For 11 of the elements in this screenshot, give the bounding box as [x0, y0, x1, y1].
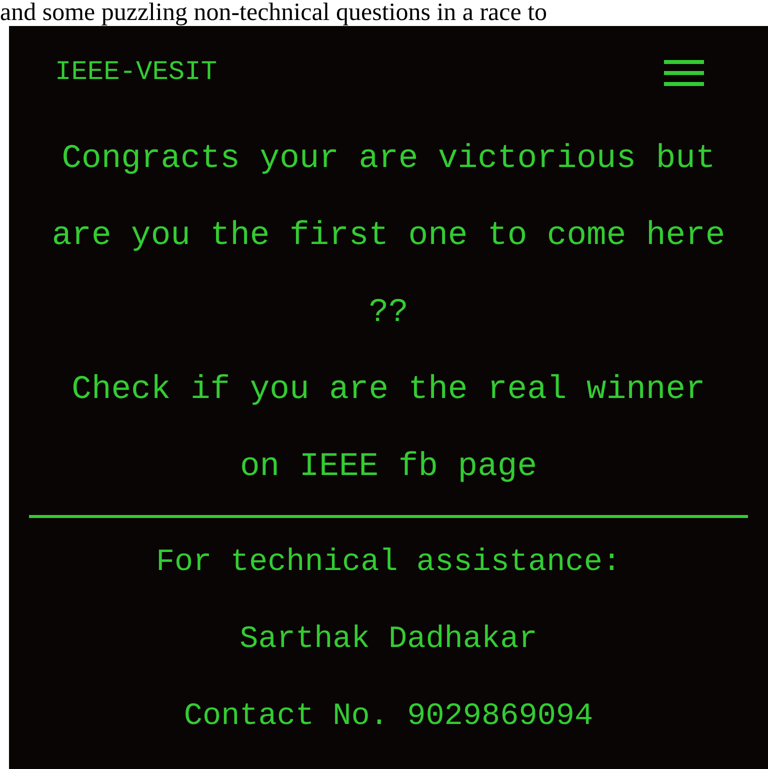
message-line: Congracts your are victorious but	[62, 139, 716, 179]
message-line: are you the first one to come here	[52, 216, 726, 256]
footer-line: Sarthak Dadhakar	[240, 621, 538, 659]
message-line: ??	[368, 293, 408, 333]
footer-line: Contact No. 9029869094	[184, 698, 594, 736]
message-line: Check if you are the real winner	[72, 370, 706, 410]
menu-icon[interactable]	[664, 59, 704, 87]
cut-off-text: and some puzzling non-technical questions in a race to	[0, 0, 548, 26]
message-line: on IEEE fb page	[240, 447, 538, 487]
brand-title[interactable]: IEEE-VESIT	[55, 60, 218, 86]
footer-line: For technical assistance:	[156, 544, 622, 582]
